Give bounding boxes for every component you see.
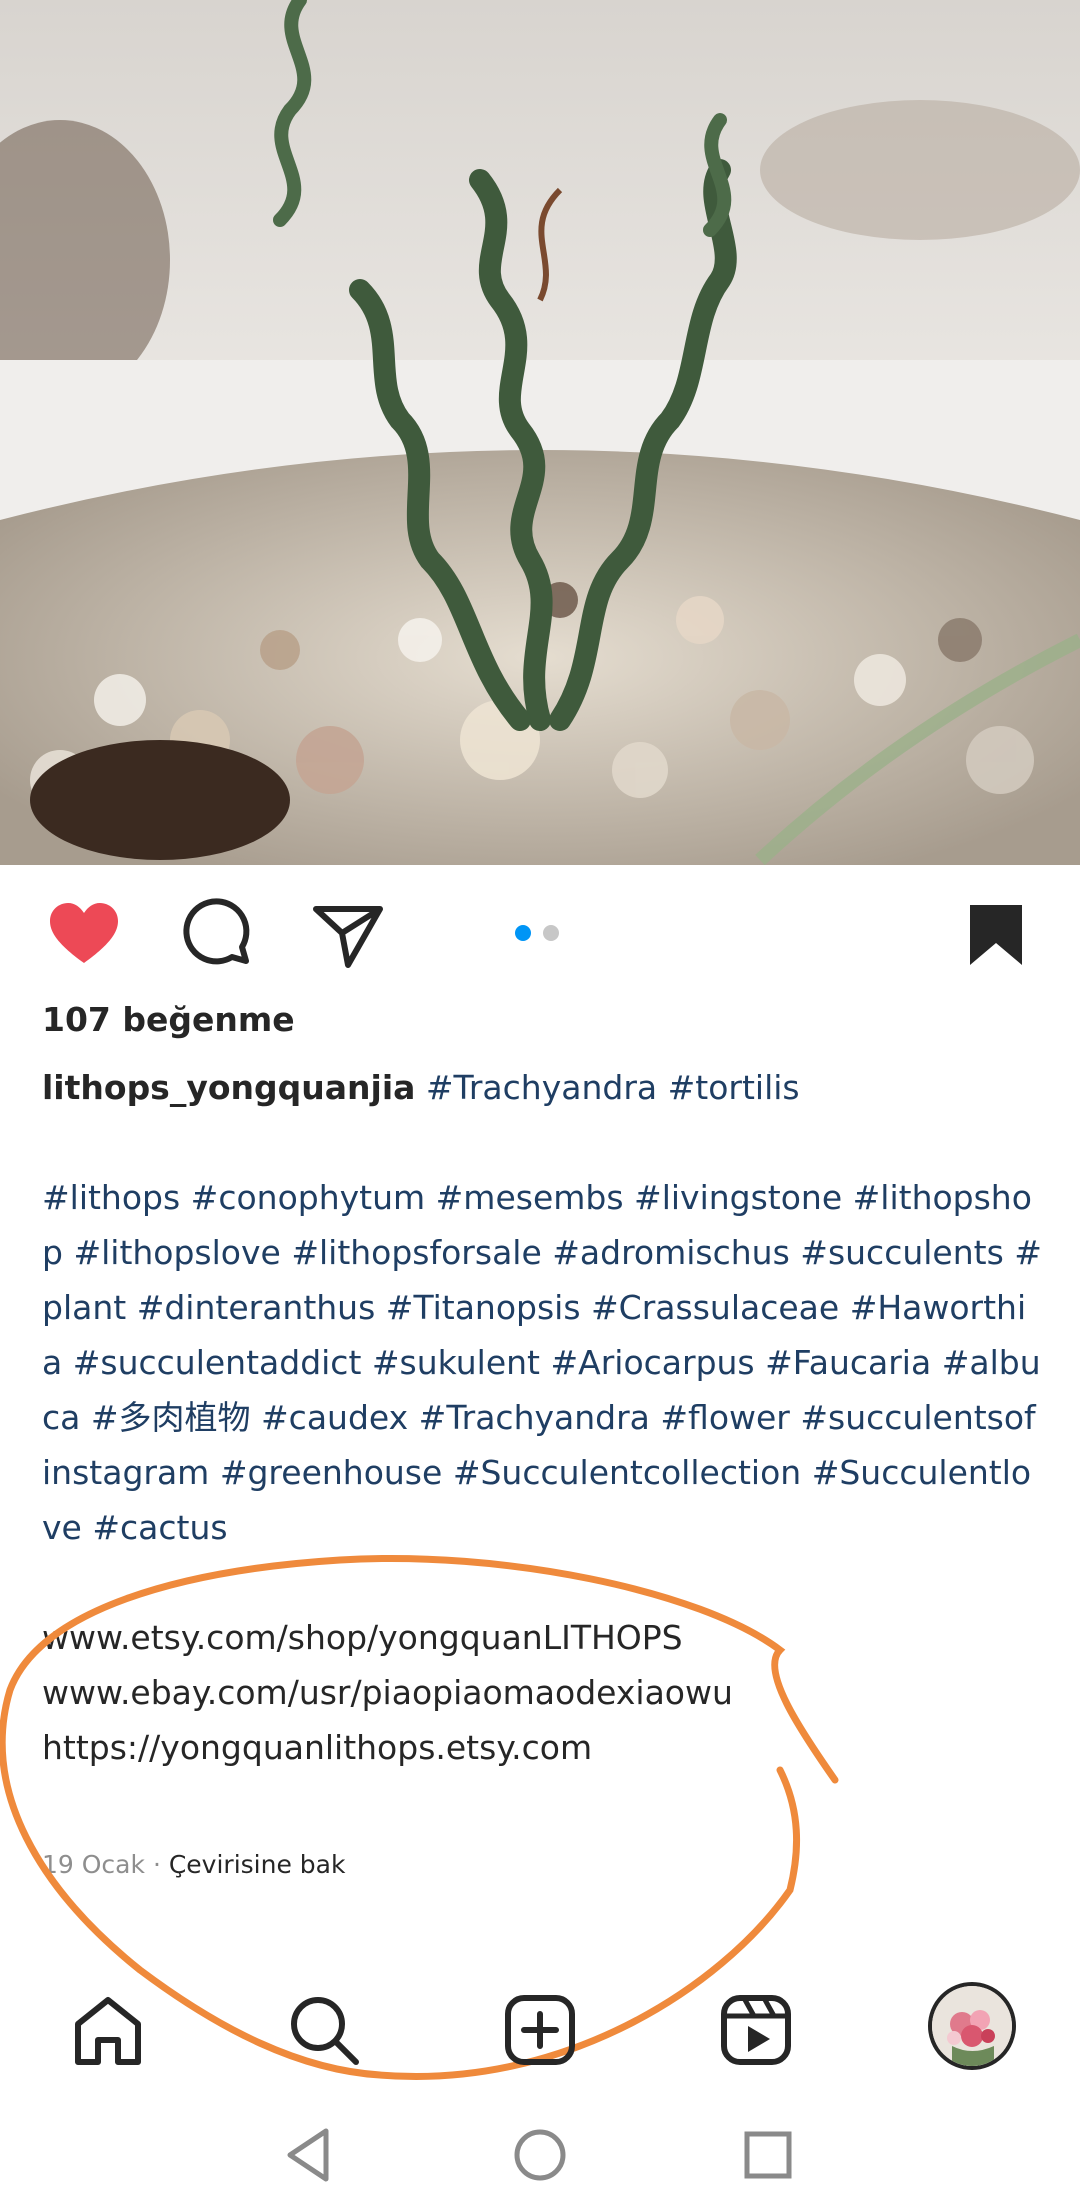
tab-reels[interactable] <box>716 1990 796 2070</box>
home-icon <box>75 1997 141 2065</box>
bookmark-filled-icon <box>970 905 1022 965</box>
hashtag-link[interactable]: #Ariocarpus <box>550 1343 754 1382</box>
caption-username[interactable]: lithops_yongquanjia <box>42 1068 415 1107</box>
comment-button[interactable] <box>176 895 256 975</box>
ebay-link[interactable]: www.ebay.com/usr/piaopiaomaodexiaowu <box>42 1665 1042 1720</box>
hashtag-link[interactable]: #Titanopsis <box>386 1288 581 1327</box>
save-button[interactable] <box>956 895 1036 975</box>
create-post-icon <box>505 1995 575 2065</box>
recents-square-icon <box>744 2131 792 2179</box>
profile-avatar[interactable] <box>928 1982 1016 2070</box>
carousel-dot-active <box>515 925 531 941</box>
hashtag-link[interactable]: #flower <box>660 1398 790 1437</box>
like-count[interactable]: 107 beğenme <box>42 1000 295 1039</box>
search-icon <box>291 1997 359 2065</box>
post-date: 19 Ocak <box>42 1850 145 1879</box>
tab-create[interactable] <box>500 1990 580 2070</box>
plant-photo <box>0 0 1080 865</box>
etsy-site-link[interactable]: https://yongquanlithops.etsy.com <box>42 1720 1042 1775</box>
hashtag-link[interactable]: #livingstone <box>634 1178 842 1217</box>
hashtag-link[interactable]: #lithopslove <box>73 1233 280 1272</box>
tab-home[interactable] <box>68 1990 148 2070</box>
hashtag-link[interactable]: #cactus <box>92 1508 227 1547</box>
hashtag-link[interactable]: #adromischus <box>552 1233 790 1272</box>
hashtag-link[interactable]: #Faucaria <box>765 1343 931 1382</box>
see-translation-link[interactable]: Çevirisine bak <box>169 1850 346 1879</box>
etsy-shop-link[interactable]: www.etsy.com/shop/yongquanLITHOPS <box>42 1610 1042 1665</box>
nav-recents-button[interactable] <box>738 2125 798 2185</box>
hashtag-link[interactable]: #conophytum <box>191 1178 425 1217</box>
link-list: www.etsy.com/shop/yongquanLITHOPS www.eb… <box>42 1610 1042 1775</box>
hashtag-link[interactable]: #Trachyandra <box>419 1398 650 1437</box>
hashtag-link[interactable]: #caudex <box>261 1398 408 1437</box>
carousel-dot <box>543 925 559 941</box>
hashtag-list: #lithops #conophytum #mesembs #livingsto… <box>42 1170 1042 1555</box>
hashtag-link[interactable]: #succulents <box>800 1233 1003 1272</box>
heart-filled-icon <box>50 903 118 963</box>
post-action-bar <box>0 865 1080 995</box>
post-meta: 19 Ocak · Çevirisine bak <box>42 1850 345 1879</box>
carousel-indicator <box>515 925 563 941</box>
hashtag-link[interactable]: #Succulentcollection <box>453 1453 801 1492</box>
share-button[interactable] <box>308 895 388 975</box>
hashtag-link[interactable]: #多肉植物 <box>91 1398 251 1437</box>
hashtag-link[interactable]: #succulentaddict <box>73 1343 362 1382</box>
hashtag-link[interactable]: #sukulent <box>372 1343 540 1382</box>
post-image[interactable] <box>0 0 1080 865</box>
hashtag-link[interactable]: #lithopsforsale <box>291 1233 541 1272</box>
like-button[interactable] <box>44 895 124 975</box>
comment-bubble-icon <box>183 898 250 965</box>
hashtag-link[interactable]: #lithops <box>42 1178 180 1217</box>
reels-icon <box>721 1995 791 2065</box>
bottom-tab-bar <box>0 1965 1080 2085</box>
avatar-flowers-image <box>932 1986 1012 2066</box>
paper-plane-icon <box>313 906 383 968</box>
tab-search[interactable] <box>284 1990 364 2070</box>
hashtag-link[interactable]: #mesembs <box>436 1178 624 1217</box>
hashtag-link[interactable]: #tortilis <box>668 1068 800 1107</box>
hashtag-link[interactable]: #greenhouse <box>220 1453 442 1492</box>
nav-back-button[interactable] <box>280 2125 340 2185</box>
hashtag-link[interactable]: #dinteranthus <box>137 1288 376 1327</box>
meta-separator: · <box>152 1850 161 1879</box>
post-caption: lithops_yongquanjia #Trachyandra #tortil… <box>42 1060 1042 1775</box>
hashtag-link[interactable]: #Trachyandra <box>426 1068 657 1107</box>
nav-home-button[interactable] <box>510 2125 570 2185</box>
home-circle-icon <box>514 2129 566 2181</box>
hashtag-link[interactable]: #Crassulaceae <box>591 1288 839 1327</box>
system-nav-bar <box>0 2095 1080 2211</box>
back-triangle-icon <box>287 2128 329 2182</box>
